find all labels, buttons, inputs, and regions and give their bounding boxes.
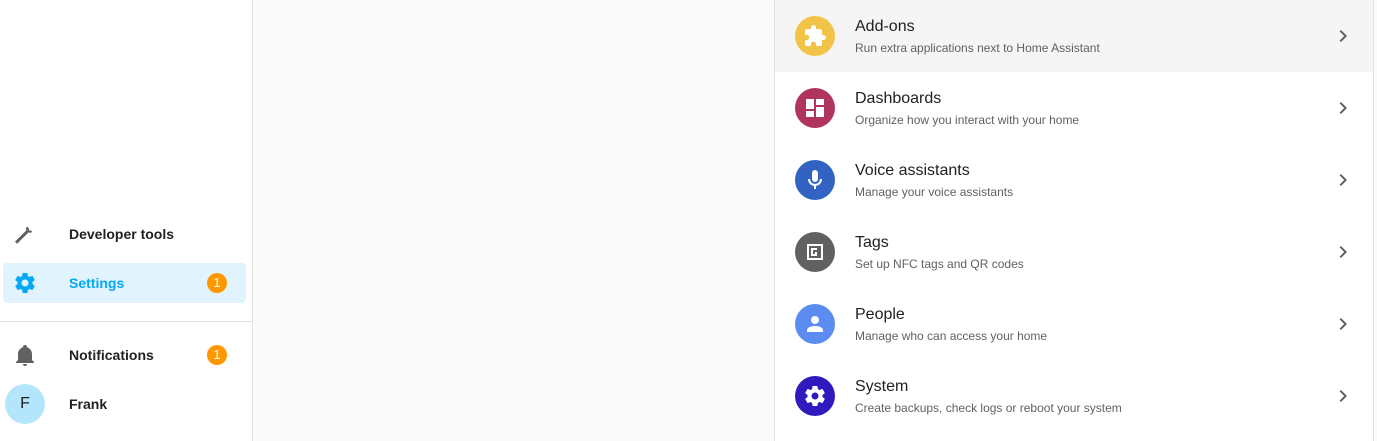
- sidebar: Developer tools Settings 1 Notifications…: [0, 0, 253, 441]
- settings-item-title: People: [855, 306, 905, 323]
- notification-badge: 1: [207, 345, 227, 365]
- settings-item-title: Voice assistants: [855, 162, 970, 179]
- settings-item-title: Add-ons: [855, 18, 915, 35]
- settings-item-subtitle: Create backups, check logs or reboot you…: [855, 401, 1122, 415]
- gear-icon: [795, 376, 835, 416]
- gear-icon: [13, 271, 37, 295]
- chevron-right-icon: [1331, 24, 1355, 48]
- settings-item-title: System: [855, 378, 909, 395]
- microphone-icon: [795, 160, 835, 200]
- sidebar-item-label: Developer tools: [69, 226, 175, 242]
- sidebar-item-developer-tools[interactable]: Developer tools: [3, 214, 246, 254]
- settings-item-subtitle: Organize how you interact with your home: [855, 113, 1080, 127]
- sidebar-item-label: Settings: [69, 275, 125, 291]
- settings-item-subtitle: Manage who can access your home: [855, 329, 1048, 343]
- sidebar-item-settings[interactable]: Settings 1: [3, 263, 246, 303]
- chevron-right-icon: [1331, 240, 1355, 264]
- settings-item-people[interactable]: People Manage who can access your home: [775, 288, 1373, 360]
- settings-item-subtitle: Manage your voice assistants: [855, 185, 1014, 199]
- settings-list-card: Add-ons Run extra applications next to H…: [774, 0, 1374, 441]
- settings-item-title: Tags: [855, 234, 889, 251]
- sidebar-item-notifications[interactable]: Notifications 1: [3, 335, 246, 375]
- person-icon: [795, 304, 835, 344]
- sidebar-item-user[interactable]: F Frank: [0, 381, 246, 425]
- chevron-right-icon: [1331, 96, 1355, 120]
- chevron-right-icon: [1331, 168, 1355, 192]
- settings-item-system[interactable]: System Create backups, check logs or reb…: [775, 360, 1373, 432]
- user-name: Frank: [69, 396, 108, 412]
- chevron-right-icon: [1331, 312, 1355, 336]
- hammer-icon: [13, 222, 37, 246]
- chevron-right-icon: [1331, 384, 1355, 408]
- notification-badge: 1: [207, 273, 227, 293]
- sidebar-item-label: Notifications: [69, 347, 154, 363]
- sidebar-divider: [0, 321, 252, 322]
- settings-item-dashboards[interactable]: Dashboards Organize how you interact wit…: [775, 72, 1373, 144]
- settings-item-title: Dashboards: [855, 90, 942, 107]
- puzzle-icon: [795, 16, 835, 56]
- avatar: F: [5, 384, 45, 424]
- bell-icon: [13, 343, 37, 367]
- settings-item-voice-assistants[interactable]: Voice assistants Manage your voice assis…: [775, 144, 1373, 216]
- settings-item-subtitle: Set up NFC tags and QR codes: [855, 257, 1024, 271]
- dashboard-icon: [795, 88, 835, 128]
- nfc-tag-icon: [795, 232, 835, 272]
- settings-item-subtitle: Run extra applications next to Home Assi…: [855, 41, 1100, 55]
- settings-item-tags[interactable]: Tags Set up NFC tags and QR codes: [775, 216, 1373, 288]
- settings-item-addons[interactable]: Add-ons Run extra applications next to H…: [775, 0, 1373, 72]
